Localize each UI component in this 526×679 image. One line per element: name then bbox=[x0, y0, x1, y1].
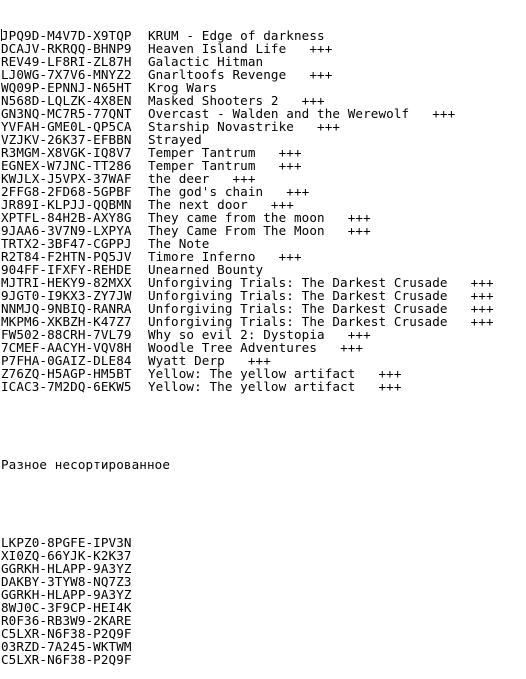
used-mark: +++ bbox=[309, 67, 333, 82]
unsorted-product-key: 03RZD-7A245-WKTWM bbox=[1, 639, 132, 654]
unsorted-product-key: GGRKH-HLAPP-9A3YZ bbox=[1, 587, 132, 602]
unsorted-product-key: XI0ZQ-66YJK-K2K37 bbox=[1, 548, 132, 563]
unsorted-product-key: 8WJ0C-3F9CP-HEI4K bbox=[1, 600, 132, 615]
used-mark: +++ bbox=[278, 158, 302, 173]
unsorted-product-key: GGRKH-HLAPP-9A3YZ bbox=[1, 561, 132, 576]
game-title: Yellow: The yellow artifact bbox=[148, 379, 356, 394]
used-mark: +++ bbox=[317, 119, 341, 134]
unsorted-product-key: C5LXR-N6F38-P2Q9F bbox=[1, 652, 132, 667]
used-mark: +++ bbox=[309, 41, 333, 56]
unsorted-key-list: LKPZ0-8PGFE-IPV3N XI0ZQ-66YJK-K2K37 GGRKH-… bbox=[1, 536, 494, 666]
unsorted-product-key: R0F36-RB3W9-2KARE bbox=[1, 613, 132, 628]
unsorted-product-key: DAKBY-3TYW8-NQ7Z3 bbox=[1, 574, 132, 589]
used-mark: +++ bbox=[470, 314, 494, 329]
key-entry-row: ICAC3-7M2DQ-6EKW5 Yellow: The yellow arti… bbox=[1, 380, 494, 393]
text-document[interactable]: JPQ9D-M4V7D-X9TQP KRUM - Edge of darkness… bbox=[1, 3, 494, 679]
section-heading: Разное несортированное bbox=[1, 457, 171, 472]
used-mark: +++ bbox=[432, 106, 456, 121]
used-mark: +++ bbox=[347, 223, 371, 238]
key-list: JPQ9D-M4V7D-X9TQP KRUM - Edge of darkness… bbox=[1, 29, 494, 393]
unsorted-product-key: C5LXR-N6F38-P2Q9F bbox=[1, 626, 132, 641]
used-mark: +++ bbox=[278, 249, 302, 264]
used-mark: +++ bbox=[340, 340, 364, 355]
product-key: ICAC3-7M2DQ-6EKW5 bbox=[1, 379, 132, 394]
used-mark: +++ bbox=[378, 379, 402, 394]
